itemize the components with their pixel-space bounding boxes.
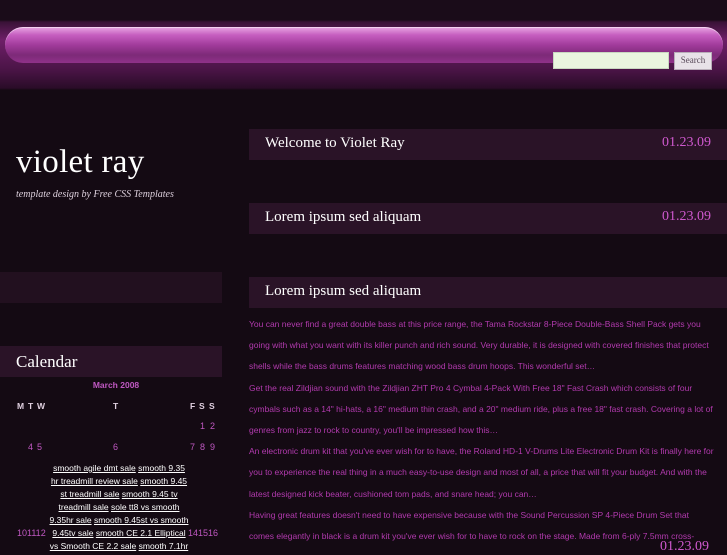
site-tagline: template design by Free CSS Templates [16, 189, 174, 200]
calendar-day[interactable]: 9 [210, 442, 215, 452]
calendar-link[interactable]: 9.35hr sale [50, 515, 92, 525]
post-title[interactable]: Lorem ipsum sed aliquam [265, 209, 421, 226]
calendar-day[interactable]: 6 [113, 442, 118, 452]
post-body-line: latest designed kick beater, cushioned t… [249, 488, 537, 499]
post-body-line: An electronic drum kit that you've ever … [249, 446, 714, 457]
sidebar-panel [0, 272, 222, 303]
calendar-title: Calendar [16, 352, 78, 371]
calendar-link[interactable]: smooth 9.45 [140, 476, 187, 486]
calendar-dow-tuesday: T [28, 401, 34, 411]
post-body-line: you to experience the real thing in a mu… [249, 467, 707, 478]
post-date: 01.23.09 [662, 209, 711, 224]
calendar-day[interactable]: 101112 [17, 528, 46, 538]
post-body: You can never find a great double bass a… [249, 314, 727, 547]
calendar-link[interactable]: smooth 9.35 [138, 463, 185, 473]
search-button[interactable]: Search [674, 52, 712, 70]
calendar-dow-monday: M [17, 401, 25, 411]
calendar-day[interactable]: 141516 [188, 528, 218, 538]
calendar-month: March 2008 [92, 380, 140, 390]
post-body-line: Having great features doesn't need to ha… [249, 509, 689, 520]
calendar-link[interactable]: smooth 9.45 tv [122, 489, 178, 499]
post-title[interactable]: Welcome to Violet Ray [265, 135, 405, 152]
post-date: 01.23.09 [662, 135, 711, 150]
post-body-line: You can never find a great double bass a… [249, 319, 701, 329]
calendar-link[interactable]: sole tt8 vs smooth [111, 502, 180, 512]
site-title[interactable]: violet ray [16, 144, 145, 181]
calendar-link[interactable]: hr treadmill review sale [51, 476, 138, 486]
calendar-link[interactable]: smooth CE 2.1 Elliptical [96, 528, 186, 538]
calendar-day[interactable]: 2 [210, 421, 215, 431]
post-header: Welcome to Violet Ray 01.23.09 [249, 129, 727, 160]
calendar-day[interactable]: 1 [200, 421, 205, 431]
calendar-link[interactable]: 9.45tv sale [52, 528, 93, 538]
calendar-dow-thursday: T [113, 401, 119, 411]
post-body-line: Get the real Zildjian sound with the Zil… [249, 382, 693, 393]
calendar-day[interactable]: 7 [190, 442, 195, 452]
calendar-link[interactable]: smooth 9.45st vs smooth [94, 515, 189, 525]
calendar-link[interactable]: treadmill sale [59, 502, 109, 512]
post-body-line: shells while the bass drums features mat… [249, 361, 596, 372]
post-title[interactable]: Lorem ipsum sed aliquam [265, 283, 421, 300]
post-body-line: comes elegantly in black is a drum kit y… [249, 531, 695, 542]
calendar-link[interactable]: vs Smooth CE 2.2 sale [50, 541, 136, 551]
post-body-line: cymbals such as a 14" hi-hats, a 16" med… [249, 403, 713, 414]
search-input[interactable] [553, 52, 669, 69]
calendar-link[interactable]: st treadmill sale [60, 489, 119, 499]
calendar-links: smooth agile dmt sale smooth 9.35 hr tre… [45, 462, 193, 553]
calendar-dow-saturday: S [199, 401, 205, 411]
post-header: Lorem ipsum sed aliquam 01.23.09 [249, 203, 727, 234]
post-body-line: going with what you want with its killer… [249, 340, 709, 351]
post-date: 01.23.09 [660, 539, 709, 554]
calendar-link[interactable]: smooth 7.1hr [139, 541, 189, 551]
calendar-dow-friday: F [190, 401, 196, 411]
calendar-day[interactable]: 5 [37, 442, 42, 452]
calendar-dow-wednesday: W [37, 401, 46, 411]
post-body-line: genres from jazz to rock to country, you… [249, 425, 499, 436]
post-header: Lorem ipsum sed aliquam [249, 277, 727, 308]
calendar-link[interactable]: smooth agile dmt sale [53, 463, 136, 473]
calendar-day[interactable]: 4 [28, 442, 33, 452]
calendar-dow-sunday: S [209, 401, 215, 411]
calendar-day[interactable]: 8 [200, 442, 205, 452]
